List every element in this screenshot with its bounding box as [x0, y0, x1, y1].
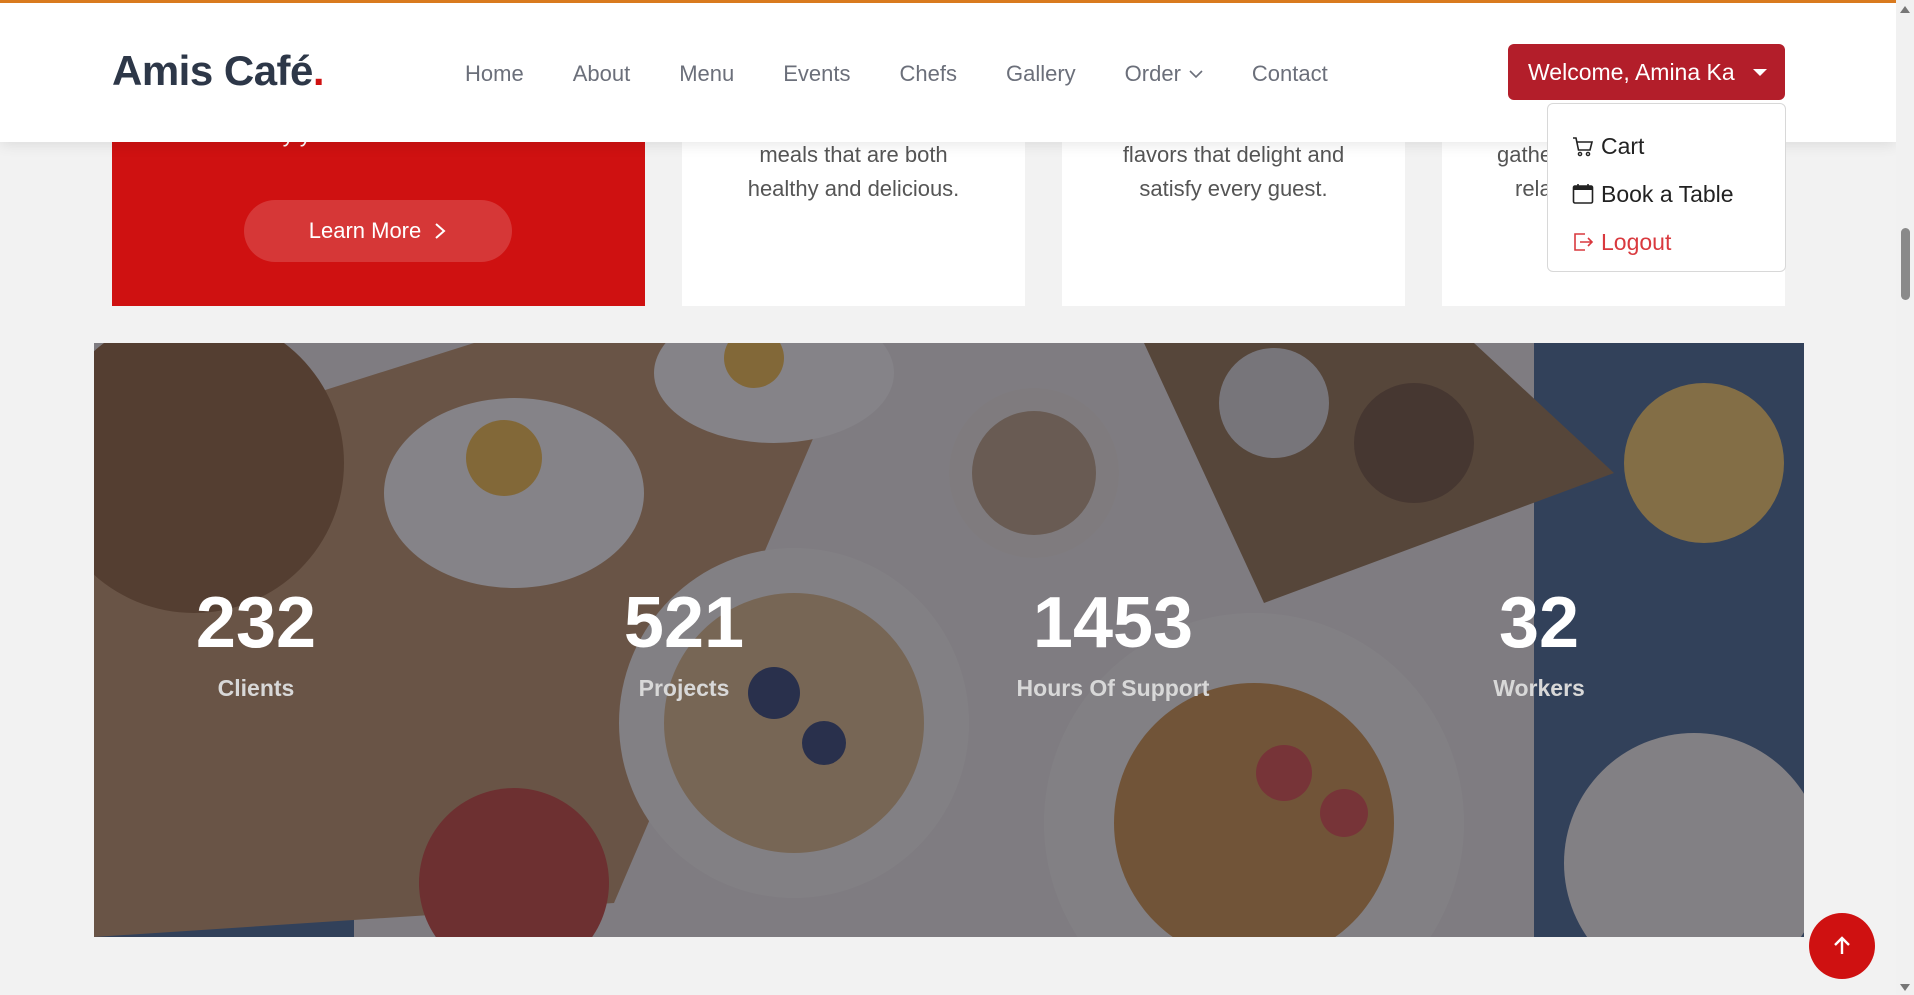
chevron-down-icon — [1189, 70, 1203, 79]
stat-clients: 232 Clients — [106, 583, 406, 702]
dropdown-logout-label: Logout — [1601, 228, 1672, 255]
page-scrollbar[interactable] — [1896, 0, 1914, 995]
nav-home-label: Home — [465, 61, 524, 86]
card-3-line-2: satisfy every guest. — [1139, 176, 1328, 201]
nav-about-label: About — [572, 61, 631, 86]
stat-hours-value: 1453 — [1032, 583, 1194, 663]
nav-contact-label: Contact — [1251, 61, 1328, 86]
nav-chefs-label: Chefs — [899, 61, 957, 86]
nav-order[interactable]: Order — [1125, 61, 1203, 87]
learn-more-label: Learn More — [308, 218, 422, 243]
nav-menu[interactable]: Menu — [679, 61, 734, 87]
calendar-icon — [1572, 184, 1594, 204]
caret-down-icon — [1753, 69, 1767, 76]
nav-order-label: Order — [1124, 61, 1181, 86]
scroll-down-arrow[interactable] — [1900, 984, 1910, 991]
scroll-thumb[interactable] — [1901, 228, 1910, 300]
back-to-top-button[interactable] — [1809, 913, 1875, 979]
nav-events-label: Events — [783, 61, 851, 86]
user-menu-button[interactable]: Welcome, Amina Ka — [1508, 44, 1785, 100]
dropdown-item-book-table[interactable]: Book a Table — [1548, 170, 1785, 218]
nav-about[interactable]: About — [573, 61, 631, 87]
arrow-up-icon — [1834, 936, 1850, 954]
card-3-line-1: flavors that delight and — [1122, 142, 1345, 167]
stat-projects: 521 Projects — [534, 583, 834, 702]
stat-hours: 1453 Hours Of Support — [963, 583, 1263, 702]
nav-chefs[interactable]: Chefs — [900, 61, 957, 87]
chevron-right-icon — [435, 223, 446, 239]
dropdown-item-logout[interactable]: Logout — [1548, 218, 1785, 266]
stat-projects-label: Projects — [638, 675, 730, 701]
card-2-line-1: meals that are both — [759, 142, 948, 167]
dropdown-item-cart[interactable]: Cart — [1548, 122, 1785, 170]
stat-clients-label: Clients — [217, 675, 295, 701]
stat-workers-label: Workers — [1493, 675, 1585, 701]
stat-hours-label: Hours Of Support — [1016, 675, 1210, 701]
stats-banner: 232 Clients 521 Projects 1453 Hours Of S… — [94, 343, 1804, 937]
stat-workers: 32 Workers — [1389, 583, 1689, 702]
logout-icon — [1574, 233, 1594, 251]
nav-contact[interactable]: Contact — [1252, 61, 1328, 87]
nav-gallery-label: Gallery — [1005, 61, 1076, 86]
logo-text: Amis Café — [112, 47, 313, 94]
welcome-label: Welcome, Amina Ka — [1528, 58, 1735, 85]
user-dropdown-menu: Cart Book a Table Logout — [1547, 103, 1786, 272]
main-nav: Home About Menu Events Chefs Gallery Ord… — [465, 61, 1377, 87]
dropdown-book-label: Book a Table — [1601, 180, 1734, 207]
nav-gallery[interactable]: Gallery — [1006, 61, 1076, 87]
stat-clients-value: 232 — [195, 583, 317, 663]
learn-more-button[interactable]: Learn More — [244, 200, 512, 262]
site-logo[interactable]: Amis Café. — [112, 47, 325, 95]
stat-workers-value: 32 — [1498, 583, 1580, 663]
dropdown-cart-label: Cart — [1601, 132, 1645, 159]
nav-home[interactable]: Home — [465, 61, 524, 87]
nav-events[interactable]: Events — [783, 61, 850, 87]
cart-icon — [1573, 137, 1594, 157]
stat-projects-value: 521 — [623, 583, 745, 663]
nav-menu-label: Menu — [679, 61, 735, 86]
card-2-line-2: healthy and delicious. — [747, 176, 960, 201]
scroll-up-arrow[interactable] — [1900, 6, 1910, 13]
top-accent-border — [0, 0, 1896, 3]
logo-dot: . — [312, 47, 325, 94]
